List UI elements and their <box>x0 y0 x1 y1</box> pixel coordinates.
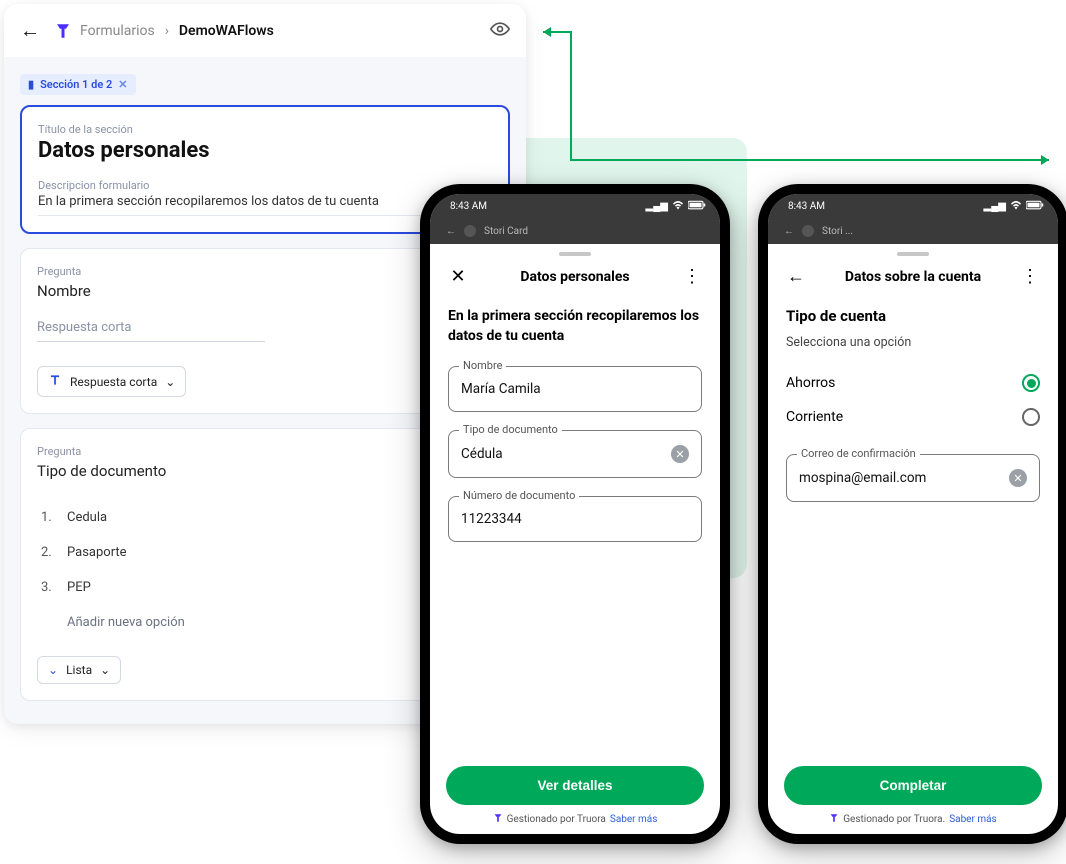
battery-icon <box>1026 200 1044 213</box>
page-icon: ▮ <box>28 78 34 91</box>
sheet-handle[interactable] <box>559 252 591 256</box>
field-label: Número de documento <box>459 489 579 502</box>
section-chip[interactable]: ▮ Sección 1 de 2 ✕ <box>20 74 136 95</box>
radio-option-ahorros[interactable]: Ahorros <box>786 366 1040 400</box>
title-field-label: Título de la sección <box>38 123 492 136</box>
breadcrumb-root[interactable]: Formularios <box>80 23 155 39</box>
sheet-header: ✕ Datos personales ⋮ <box>430 260 720 297</box>
option-text: Cedula <box>67 510 107 525</box>
app-header-dark: ← Stori ... <box>768 218 1058 244</box>
tipo-documento-field[interactable]: Tipo de documento Cédula ✕ <box>448 430 702 478</box>
field-label: Nombre <box>459 359 506 372</box>
chevron-down-icon: ⌄ <box>48 663 58 677</box>
app-logo-icon <box>464 225 476 237</box>
nombre-field[interactable]: Nombre María Camila <box>448 366 702 412</box>
radio-label: Corriente <box>786 409 843 425</box>
field-value: María Camila <box>461 381 689 397</box>
field-value: Cédula <box>461 446 671 462</box>
chevron-down-icon: ⌄ <box>165 375 175 389</box>
option-text: Pasaporte <box>67 545 127 560</box>
text-type-icon <box>48 373 62 390</box>
status-time: 8:43 AM <box>788 201 825 212</box>
editor-header: ← Formularios › DemoWAFlows <box>4 4 526 57</box>
field-label: Tipo de documento <box>459 423 562 436</box>
radio-label: Ahorros <box>786 375 835 391</box>
status-time: 8:43 AM <box>450 201 487 212</box>
chevron-right-icon: › <box>165 23 169 39</box>
question-type-selector[interactable]: Respuesta corta ⌄ <box>37 366 186 397</box>
managed-text: Gestionado por Truora. <box>843 814 945 825</box>
back-arrow-icon[interactable]: ← <box>786 266 806 287</box>
app-name: Stori ... <box>822 226 853 237</box>
section-title[interactable]: Datos personales <box>38 138 492 163</box>
section-heading: Tipo de cuenta <box>786 307 1040 325</box>
close-icon[interactable]: ✕ <box>448 266 468 287</box>
clear-icon[interactable]: ✕ <box>1009 469 1027 487</box>
chevron-down-icon: ⌄ <box>100 663 110 677</box>
signal-icon: ▂▄▆ <box>984 201 1006 212</box>
completar-button[interactable]: Completar <box>784 766 1042 805</box>
battery-icon <box>688 200 706 213</box>
managed-text: Gestionado por Truora <box>507 814 606 825</box>
add-option-label: Añadir nueva opción <box>67 615 185 630</box>
phone-preview-1: 8:43 AM ▂▄▆ ← Stori Card ✕ Datos persona… <box>420 184 730 844</box>
signal-icon: ▂▄▆ <box>646 201 668 212</box>
section-chip-label: Sección 1 de 2 <box>40 78 112 91</box>
app-name: Stori Card <box>484 226 528 237</box>
field-value: mospina@email.com <box>799 470 1009 486</box>
back-icon: ← <box>784 226 794 237</box>
wifi-icon <box>1010 200 1022 213</box>
preview-eye-icon[interactable] <box>490 19 510 43</box>
app-header-dark: ← Stori Card <box>430 218 720 244</box>
answer-placeholder: Respuesta corta <box>37 320 265 342</box>
phone-preview-2: 8:43 AM ▂▄▆ ← Stori ... ← Datos sobre la… <box>758 184 1066 844</box>
app-logo-icon <box>802 225 814 237</box>
saber-mas-link[interactable]: Saber más <box>949 814 997 825</box>
more-vertical-icon[interactable]: ⋮ <box>1020 266 1040 287</box>
radio-unselected-icon <box>1022 408 1040 426</box>
sheet-handle[interactable] <box>897 252 929 256</box>
ver-detalles-button[interactable]: Ver detalles <box>446 766 704 805</box>
option-text: PEP <box>67 580 91 595</box>
truora-logo-icon <box>829 813 839 826</box>
more-vertical-icon[interactable]: ⋮ <box>682 266 702 287</box>
question-type-selector[interactable]: ⌄ Lista ⌄ <box>37 656 121 684</box>
wifi-icon <box>672 200 684 213</box>
managed-by-truora: Gestionado por Truora Saber más <box>446 813 704 826</box>
sheet-title: Datos personales <box>520 269 629 285</box>
correo-confirmacion-field[interactable]: Correo de confirmación mospina@email.com… <box>786 454 1040 502</box>
field-value: 11223344 <box>461 511 689 527</box>
field-label: Correo de confirmación <box>797 447 920 460</box>
close-icon[interactable]: ✕ <box>118 78 127 91</box>
numero-documento-field[interactable]: Número de documento 11223344 <box>448 496 702 542</box>
breadcrumb-active: DemoWAFlows <box>179 23 274 39</box>
question-type-label: Lista <box>66 663 92 677</box>
sheet-header: ← Datos sobre la cuenta ⋮ <box>768 260 1058 297</box>
radio-option-corriente[interactable]: Corriente <box>786 400 1040 434</box>
phone-status-bar: 8:43 AM ▂▄▆ <box>430 194 720 218</box>
sheet-title: Datos sobre la cuenta <box>845 269 981 285</box>
radio-selected-icon <box>1022 374 1040 392</box>
back-arrow-icon[interactable]: ← <box>20 18 40 43</box>
clear-icon[interactable]: ✕ <box>671 445 689 463</box>
truora-logo-icon <box>493 813 503 826</box>
phone-status-bar: 8:43 AM ▂▄▆ <box>768 194 1058 218</box>
desc-field-label: Descripcion formulario <box>38 179 492 192</box>
breadcrumb: Formularios › DemoWAFlows <box>80 23 274 39</box>
back-icon: ← <box>446 226 456 237</box>
truora-logo-icon <box>54 22 72 40</box>
saber-mas-link[interactable]: Saber más <box>610 814 658 825</box>
intro-text: En la primera sección recopilaremos los … <box>448 307 702 346</box>
section-subtext: Selecciona una opción <box>786 335 1040 350</box>
question-type-label: Respuesta corta <box>70 375 157 389</box>
managed-by-truora: Gestionado por Truora. Saber más <box>784 813 1042 826</box>
